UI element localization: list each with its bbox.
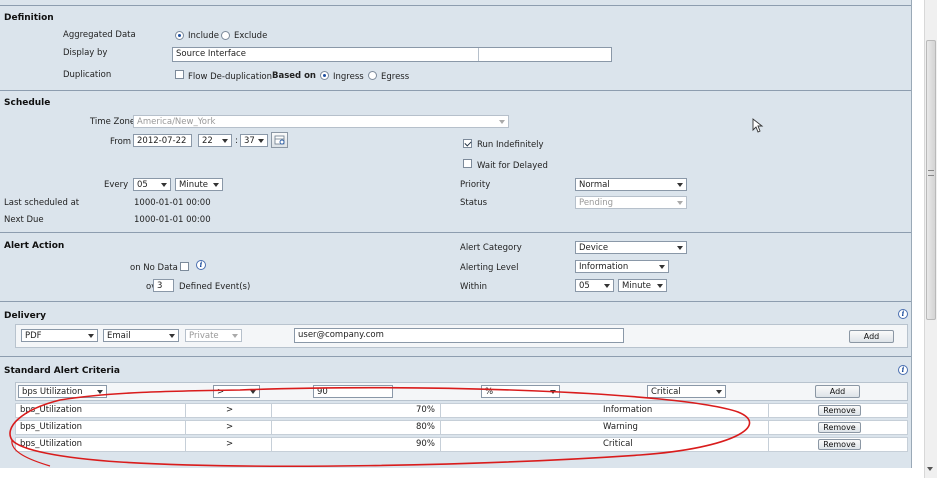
scrollbar-thumb[interactable] — [926, 40, 936, 320]
annotation-ellipse — [9, 386, 751, 468]
grip-icon — [928, 170, 934, 176]
scroll-down-icon[interactable] — [927, 467, 933, 471]
